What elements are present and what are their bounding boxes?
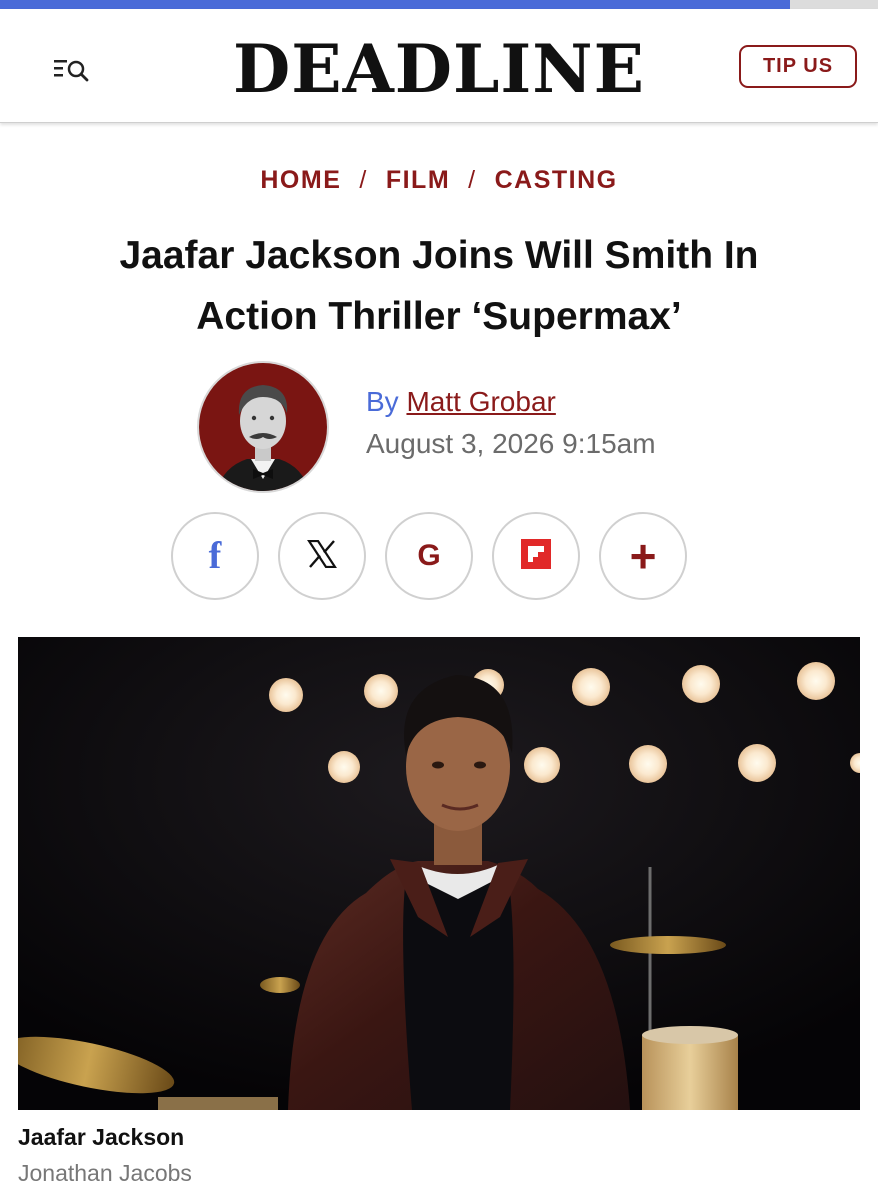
breadcrumb-separator: / <box>359 166 368 194</box>
google-icon: G <box>417 539 441 572</box>
share-bar: f G + <box>171 512 691 602</box>
tip-us-button[interactable]: TIP US <box>739 45 857 88</box>
breadcrumb-separator: / <box>468 166 477 194</box>
photo-caption: Jaafar Jackson <box>18 1124 185 1150</box>
byline-prefix: By <box>366 386 399 417</box>
share-google-button[interactable]: G <box>385 512 473 600</box>
share-x-button[interactable] <box>278 512 366 600</box>
author-link[interactable]: Matt Grobar <box>406 386 555 417</box>
flipboard-icon <box>520 538 552 575</box>
breadcrumb-home[interactable]: HOME <box>260 166 341 194</box>
headline-line-1: Jaafar Jackson Joins Will Smith In <box>119 234 759 277</box>
facebook-icon: f <box>208 535 222 577</box>
share-flipboard-button[interactable] <box>492 512 580 600</box>
breadcrumb: HOME / FILM / CASTING <box>0 166 878 195</box>
author-avatar[interactable] <box>197 361 329 493</box>
article-headline: Jaafar Jackson Joins Will Smith In Actio… <box>40 225 838 347</box>
breadcrumb-casting[interactable]: CASTING <box>495 166 618 194</box>
hero-photo[interactable] <box>18 637 860 1110</box>
share-facebook-button[interactable]: f <box>171 512 259 600</box>
publish-date: August 3, 2026 9:15am <box>366 428 656 459</box>
x-icon <box>306 539 338 573</box>
breadcrumb-film[interactable]: FILM <box>386 166 450 194</box>
plus-icon: + <box>629 530 657 582</box>
byline: By Matt Grobar <box>366 386 556 418</box>
photo-credit: Jonathan Jacobs <box>18 1160 192 1186</box>
headline-line-2: Action Thriller ‘Supermax’ <box>196 295 682 338</box>
share-more-button[interactable]: + <box>599 512 687 600</box>
reading-progress-fill <box>0 0 791 9</box>
site-header: DEADLINE TIP US <box>0 9 878 123</box>
reading-progress-bar <box>0 0 878 9</box>
menu-search-icon[interactable] <box>52 55 92 85</box>
